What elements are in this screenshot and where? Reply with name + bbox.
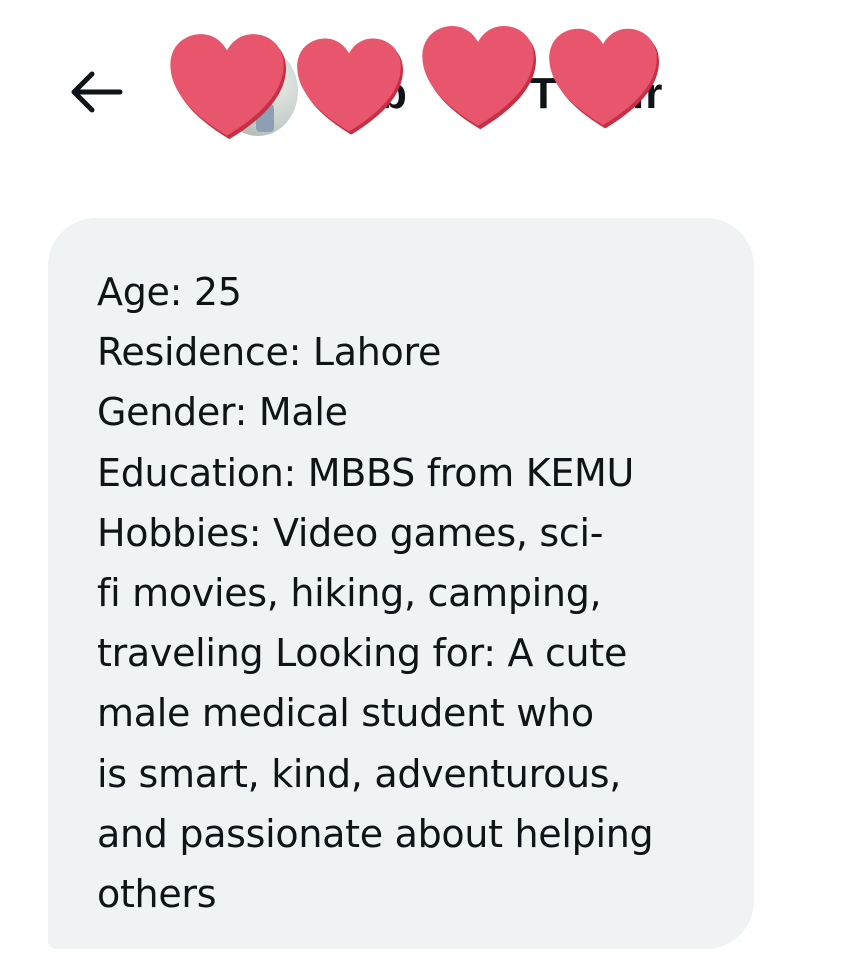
message-line: Residence: Lahore bbox=[97, 330, 442, 375]
arrow-left-icon bbox=[71, 71, 123, 113]
heart-sticker-icon bbox=[549, 28, 659, 129]
message-line: Education: MBBS from KEMU bbox=[97, 450, 635, 495]
message-line: male medical student who bbox=[97, 691, 594, 736]
conversation-header: b T ir bbox=[0, 0, 854, 180]
message-line: is smart, kind, adventurous, bbox=[97, 751, 622, 796]
message-bubble[interactable]: Age: 25 Residence: Lahore Gender: Male E… bbox=[48, 218, 754, 949]
message-line: Age: 25 bbox=[97, 270, 242, 314]
message-line: fi movies, hiking, camping, bbox=[97, 571, 602, 616]
message-line: Gender: Male bbox=[97, 390, 348, 435]
back-button[interactable] bbox=[62, 62, 130, 122]
heart-sticker-icon bbox=[170, 34, 286, 140]
message-line: Hobbies: Video games, sci- bbox=[97, 510, 604, 555]
heart-sticker-icon bbox=[297, 38, 403, 135]
heart-sticker-icon bbox=[422, 25, 536, 130]
message-line: others bbox=[97, 872, 217, 917]
message-line: traveling Looking for: A cute bbox=[97, 631, 628, 676]
message-line: and passionate about helping bbox=[97, 811, 654, 856]
